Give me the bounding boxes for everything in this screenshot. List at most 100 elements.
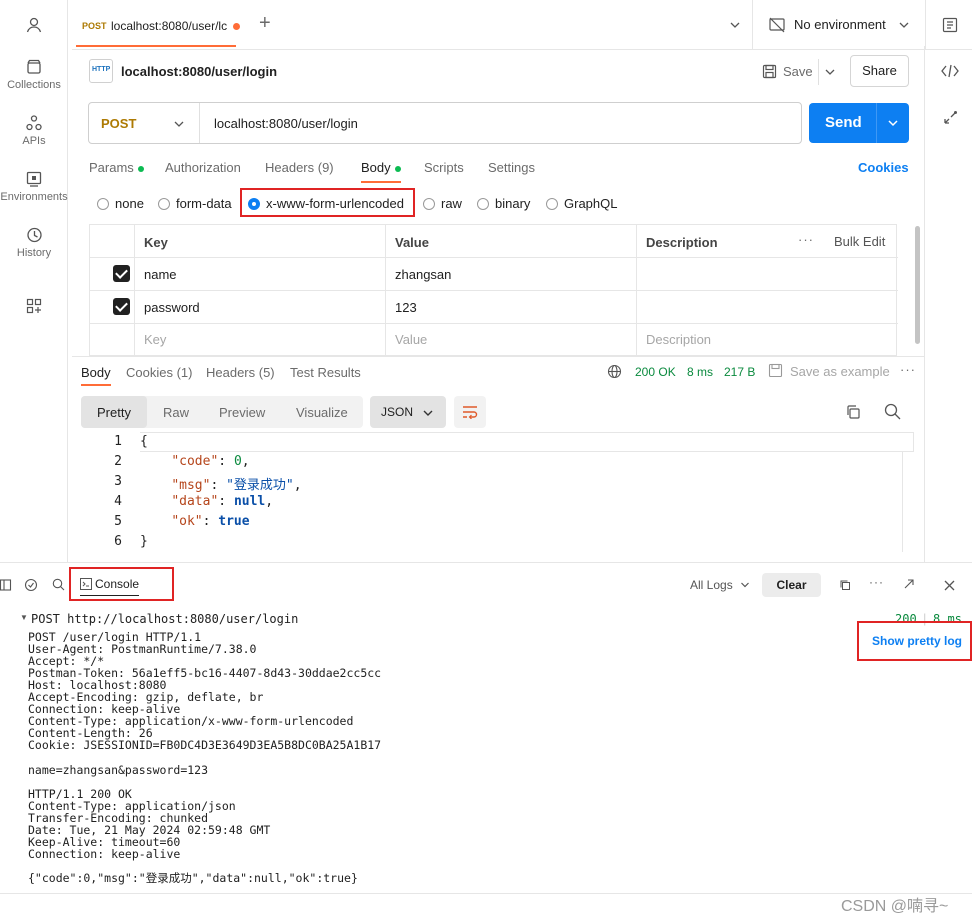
environment-quick-look-icon[interactable] [941, 16, 959, 34]
response-size[interactable]: 217 B [724, 365, 755, 379]
tab-body[interactable]: Body [361, 160, 401, 183]
chevron-down-icon[interactable] [173, 119, 185, 129]
response-tab-test-results[interactable]: Test Results [290, 365, 361, 380]
code-snippet-icon[interactable] [941, 64, 959, 78]
close-icon[interactable] [944, 580, 955, 591]
view-tab-raw[interactable]: Raw [163, 405, 189, 420]
tab-authorization[interactable]: Authorization [165, 160, 241, 175]
chevron-down-icon [899, 22, 909, 28]
tab-headers[interactable]: Headers (9) [265, 160, 334, 175]
environments-icon [26, 171, 42, 187]
new-description-input[interactable]: Description [646, 332, 711, 347]
tab-settings[interactable]: Settings [488, 160, 535, 175]
more-options-icon[interactable]: ··· [900, 362, 916, 377]
more-options-icon[interactable]: ··· [798, 232, 814, 247]
row-checkbox[interactable] [113, 265, 130, 282]
radio-binary[interactable]: binary [477, 196, 530, 211]
status-dot [137, 165, 144, 172]
find-replace-icon[interactable] [24, 578, 38, 592]
header-value: Value [395, 235, 429, 250]
chevron-down-icon[interactable] [729, 20, 741, 30]
collapse-icon[interactable]: ▼ [20, 613, 28, 622]
bulk-edit-button[interactable]: Bulk Edit [834, 234, 885, 249]
expand-icon[interactable] [904, 579, 914, 589]
row-key[interactable]: password [144, 300, 200, 315]
view-tab-visualize[interactable]: Visualize [296, 405, 348, 420]
request-title[interactable]: localhost:8080/user/login [121, 64, 277, 79]
wrap-lines-button[interactable] [454, 396, 486, 428]
search-icon[interactable] [52, 578, 65, 591]
tab-label: Params [89, 160, 134, 175]
sidebar-item-label: APIs [22, 135, 46, 147]
response-tab-headers[interactable]: Headers (5) [206, 365, 275, 380]
chevron-down-icon [423, 410, 433, 416]
sidebar-item-collections[interactable]: Collections [0, 58, 68, 91]
share-button[interactable]: Share [850, 55, 909, 87]
highlight-box [240, 188, 415, 217]
send-button[interactable]: Send [825, 114, 862, 131]
divider [876, 103, 877, 143]
sidebar-toggle-icon[interactable] [0, 579, 12, 591]
log-level-select[interactable]: All Logs [690, 578, 750, 592]
sidebar-item-add-apps[interactable] [0, 297, 68, 318]
code-line: "msg": "登录成功", [171, 478, 302, 493]
related-collections-icon[interactable] [942, 110, 958, 126]
divider [752, 0, 753, 50]
search-icon[interactable] [884, 403, 901, 420]
unsaved-dot [233, 23, 240, 30]
history-icon [27, 227, 42, 243]
copy-icon[interactable] [845, 404, 861, 420]
view-tab-pretty[interactable]: Pretty [97, 405, 131, 420]
cookies-link[interactable]: Cookies [858, 160, 909, 175]
url-input[interactable]: localhost:8080/user/login [214, 116, 358, 131]
code-line: { [140, 434, 148, 449]
save-button[interactable]: Save [783, 64, 813, 79]
response-tab-body[interactable]: Body [81, 365, 111, 386]
chevron-down-icon[interactable] [824, 67, 836, 77]
log-request-line[interactable]: POST http://localhost:8080/user/login [31, 613, 298, 625]
save-as-example-button[interactable]: Save as example [790, 364, 890, 379]
no-environment-icon [769, 17, 785, 33]
row-key[interactable]: name [144, 267, 177, 282]
sidebar-item-environments[interactable]: Environments [0, 170, 68, 203]
status-code[interactable]: 200 OK [635, 365, 676, 379]
status-dot [394, 165, 401, 172]
radio-circle [158, 198, 170, 210]
response-body[interactable]: 1 2 3 4 5 6 { "code": 0, "msg": "登录成功", … [82, 432, 916, 558]
radio-circle [546, 198, 558, 210]
radio-none[interactable]: none [97, 196, 144, 211]
tab-scripts[interactable]: Scripts [424, 160, 464, 175]
view-tab-preview[interactable]: Preview [219, 405, 265, 420]
new-value-input[interactable]: Value [395, 332, 427, 347]
globe-icon[interactable] [607, 364, 622, 379]
sidebar-item-history[interactable]: History [0, 226, 68, 259]
scrollbar[interactable] [915, 226, 920, 344]
radio-form-data[interactable]: form-data [158, 196, 232, 211]
response-time[interactable]: 8 ms [687, 365, 713, 379]
header-key: Key [144, 235, 168, 250]
row-value[interactable]: zhangsan [395, 267, 451, 282]
radio-raw[interactable]: raw [423, 196, 462, 211]
console-panel: Console All Logs Clear ··· ▼ POST http:/… [0, 562, 972, 917]
divider [0, 893, 972, 894]
format-select[interactable]: JSON [370, 396, 446, 428]
tab-request[interactable]: POST localhost:8080/user/lc [76, 7, 240, 47]
new-tab-button[interactable]: + [259, 13, 271, 33]
tab-params[interactable]: Params [89, 160, 144, 175]
chevron-down-icon[interactable] [887, 118, 899, 128]
row-value[interactable]: 123 [395, 300, 417, 315]
response-tab-cookies[interactable]: Cookies (1) [126, 365, 192, 380]
sidebar-item-account[interactable] [0, 16, 68, 37]
sidebar-item-apis[interactable]: APIs [0, 114, 68, 147]
method-select[interactable]: POST [101, 116, 136, 131]
chevron-down-icon [741, 582, 749, 588]
more-options-icon[interactable]: ··· [869, 575, 884, 589]
new-key-input[interactable]: Key [144, 332, 166, 347]
copy-icon[interactable] [839, 579, 851, 591]
params-table: Key Value Description ··· Bulk Edit name… [89, 224, 898, 357]
clear-button[interactable]: Clear [762, 573, 821, 597]
row-checkbox[interactable] [113, 298, 130, 315]
apis-icon [26, 115, 42, 131]
tab-method: POST [82, 21, 107, 31]
radio-graphql[interactable]: GraphQL [546, 196, 617, 211]
